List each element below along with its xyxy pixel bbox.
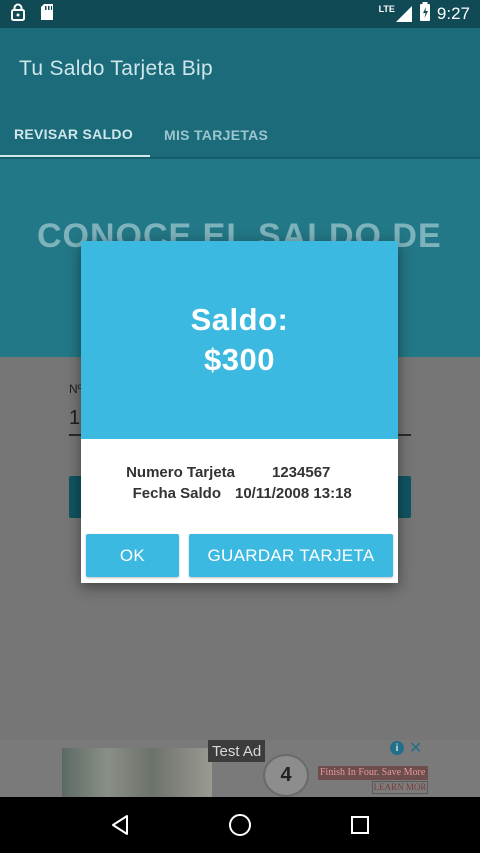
card-number-label: Numero Tarjeta (126, 464, 235, 481)
ad-info-icon[interactable]: i (390, 741, 404, 755)
card-number-value: 1234567 (272, 464, 331, 481)
balance-date-value: 10/11/2008 13:18 (235, 485, 352, 502)
ad-logo: 4 (263, 754, 309, 797)
card-number-input[interactable]: 1 (69, 407, 80, 430)
signal-icon: LTE (379, 5, 413, 23)
status-bar: LTE 9:27 (0, 0, 480, 28)
ad-test-label: Test Ad (208, 740, 266, 762)
app-bar: Tu Saldo Tarjeta Bip REVISAR SALDO MIS T… (0, 28, 480, 158)
card-number-row: Numero Tarjeta 1234567 (81, 464, 398, 484)
balance-date-row: Fecha Saldo 10/11/2008 13:18 (81, 485, 398, 505)
lock-icon (10, 3, 26, 26)
dialog-title: Saldo: (190, 302, 289, 337)
tab-revisar-saldo[interactable]: REVISAR SALDO (0, 112, 150, 158)
sd-card-icon (40, 3, 54, 26)
status-time: 9:27 (436, 4, 470, 23)
network-type: LTE (378, 4, 395, 14)
navigation-bar (0, 797, 480, 853)
ad-learn-more-button[interactable]: LEARN MOR (372, 781, 428, 794)
ad-close-icon[interactable]: ✕ (409, 738, 422, 758)
home-icon[interactable] (220, 805, 260, 845)
ad-headline: Finish In Four. Save More (318, 766, 428, 780)
tab-mis-tarjetas[interactable]: MIS TARJETAS (150, 112, 282, 158)
ad-banner[interactable]: Test Ad 4 Finish In Four. Save More LEAR… (0, 740, 480, 797)
battery-icon (419, 1, 431, 27)
ad-logo-text: 4 (280, 764, 292, 786)
dialog-header: Saldo: $300 (81, 241, 398, 439)
recents-icon[interactable] (340, 805, 380, 845)
save-card-button[interactable]: GUARDAR TARJETA (189, 534, 393, 577)
balance-date-label: Fecha Saldo (132, 485, 221, 502)
back-icon[interactable] (100, 805, 140, 845)
ad-image (62, 748, 212, 797)
balance-amount: $300 (204, 342, 275, 377)
balance-dialog: Saldo: $300 Numero Tarjeta 1234567 Fecha… (81, 241, 398, 583)
app-title: Tu Saldo Tarjeta Bip (19, 57, 213, 80)
ok-button[interactable]: OK (86, 534, 179, 577)
tab-bar: REVISAR SALDO MIS TARJETAS (0, 112, 480, 158)
